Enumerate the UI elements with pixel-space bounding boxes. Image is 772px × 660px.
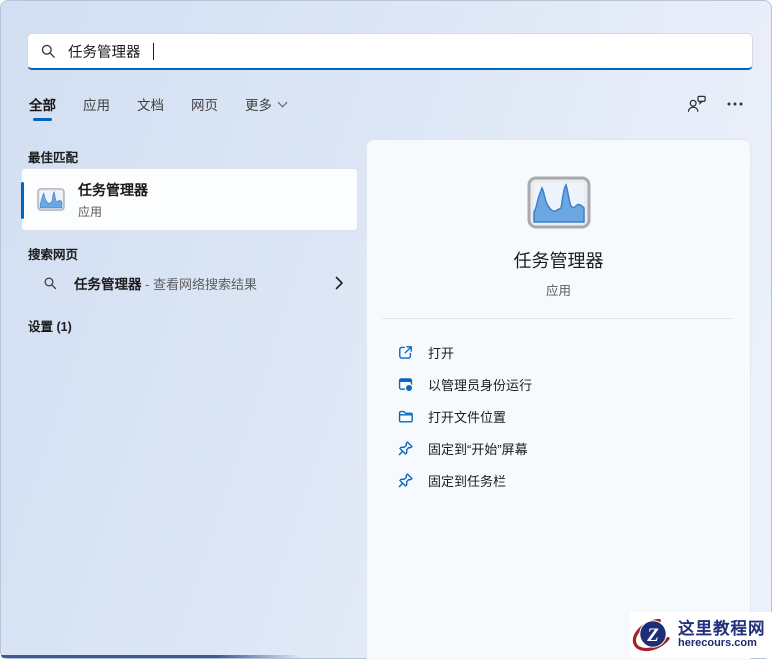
search-icon: [40, 43, 57, 60]
more-options-button[interactable]: [727, 102, 743, 106]
person-chat-icon: [687, 95, 706, 112]
web-query-text: 任务管理器: [74, 277, 142, 292]
best-match-heading: 最佳匹配: [28, 151, 79, 165]
divider: [382, 318, 734, 319]
chevron-right-icon: [335, 276, 344, 290]
action-run-as-admin-label: 以管理员身份运行: [428, 377, 533, 393]
user-account-button[interactable]: [686, 94, 707, 114]
watermark-logo: Z: [631, 613, 675, 657]
site-watermark: Z 这里教程网 herecours.com: [630, 612, 772, 658]
action-open[interactable]: 打开: [397, 336, 738, 368]
watermark-site-domain: herecours.com: [678, 636, 757, 649]
search-filter-tabs: 全部 应用 文档 网页 更多: [29, 94, 288, 114]
action-open-label: 打开: [428, 345, 455, 361]
taskbar-edge: [1, 655, 301, 658]
ellipsis-icon: [727, 102, 743, 106]
active-tab-indicator: [33, 118, 52, 121]
open-external-icon: [397, 344, 414, 361]
detail-app-title: 任务管理器: [513, 251, 604, 271]
text-cursor: [152, 42, 154, 60]
action-pin-to-taskbar-label: 固定到任务栏: [428, 473, 507, 489]
watermark-monogram: Z: [646, 625, 659, 646]
run-as-admin-icon: [397, 376, 414, 393]
pin-icon: [397, 440, 414, 457]
action-pin-to-start[interactable]: 固定到“开始”屏幕: [397, 432, 738, 464]
action-list: 打开 以管理员身份运行 打开文件位置 固定到“开始”屏幕 固定到任务栏: [397, 336, 738, 496]
task-manager-icon: [527, 176, 591, 234]
tab-all[interactable]: 全部: [29, 94, 56, 114]
web-query-suffix: - 查看网络搜索结果: [141, 277, 258, 292]
web-search-heading: 搜索网页: [28, 248, 79, 262]
web-search-result[interactable]: 任务管理器 - 查看网络搜索结果: [21, 264, 358, 302]
folder-icon: [397, 408, 414, 425]
chevron-down-icon: [277, 97, 288, 108]
detail-app-subtitle: 应用: [545, 284, 571, 298]
best-match-subtitle: 应用: [78, 204, 103, 219]
action-pin-to-start-label: 固定到“开始”屏幕: [428, 441, 528, 457]
result-detail-panel: 任务管理器 应用 打开 以管理员身份运行 打开文件位置 固定到“开始”屏幕 固定…: [366, 139, 751, 660]
action-run-as-admin[interactable]: 以管理员身份运行: [397, 368, 738, 400]
best-match-title: 任务管理器: [78, 181, 148, 198]
tab-web[interactable]: 网页: [191, 94, 218, 114]
tab-more-label: 更多: [245, 98, 272, 113]
tab-apps[interactable]: 应用: [83, 94, 110, 114]
best-match-result[interactable]: 任务管理器 应用: [21, 168, 358, 231]
action-pin-to-taskbar[interactable]: 固定到任务栏: [397, 464, 738, 496]
tab-more[interactable]: 更多: [245, 94, 288, 114]
search-input[interactable]: 任务管理器: [27, 33, 753, 70]
action-open-file-location[interactable]: 打开文件位置: [397, 400, 738, 432]
watermark-site-name: 这里教程网: [678, 619, 766, 638]
search-input-value: 任务管理器: [68, 44, 141, 61]
search-icon: [43, 276, 58, 291]
pin-icon: [397, 472, 414, 489]
settings-heading: 设置 (1): [28, 320, 72, 334]
tab-documents[interactable]: 文档: [137, 94, 164, 114]
search-flyout: 任务管理器 全部 应用 文档 网页 更多 最佳匹配 任务管理器 应用 搜索网页 …: [0, 0, 772, 660]
selection-accent-bar: [21, 182, 24, 219]
action-open-file-location-label: 打开文件位置: [428, 409, 507, 425]
task-manager-icon: [37, 188, 65, 211]
